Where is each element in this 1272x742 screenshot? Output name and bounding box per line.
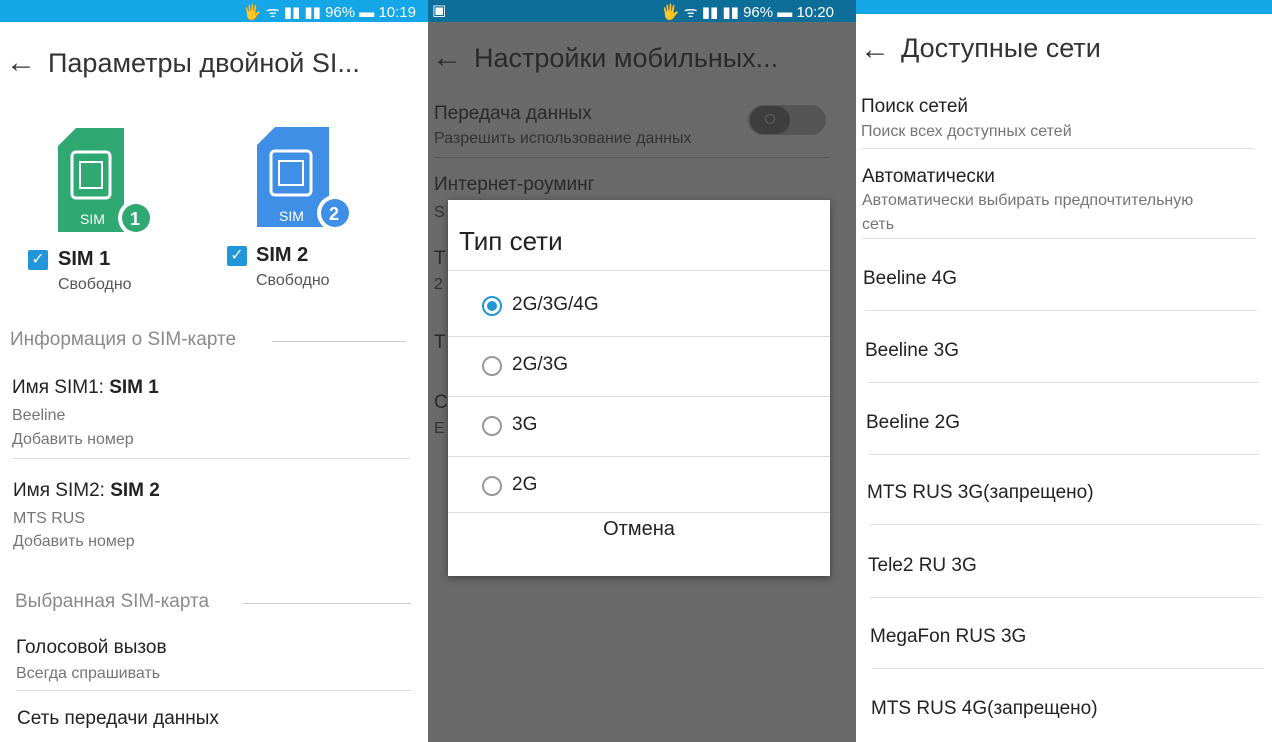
sim2-card-icon: SIM 2 (257, 127, 353, 231)
checkmark-icon: ✓ (230, 247, 244, 264)
divider (872, 668, 1264, 669)
sim2-label: SIM 2 (256, 244, 309, 266)
automatic-sub-line2: сеть (862, 216, 895, 233)
divider (868, 454, 1260, 455)
sim2-number: 2 (329, 204, 339, 224)
data-transfer-toggle[interactable]: O (748, 105, 826, 135)
status-bar (856, 0, 1272, 14)
sim1-add-number: Добавить номер (12, 431, 134, 448)
option-label: 2G (512, 474, 538, 495)
sim1-number: 1 (130, 209, 140, 229)
dialog-title: Тип сети (459, 226, 563, 256)
back-arrow-icon[interactable]: ← (860, 33, 890, 67)
option-label: 2G/3G (512, 354, 568, 375)
sim1-card-icon: SIM 1 (58, 128, 154, 236)
page-title: Доступные сети (901, 33, 1101, 63)
network-type-option[interactable]: 3G (448, 396, 830, 456)
status-bar: 🖐 ᯤ ▮▮ ▮▮ 96% ▬ 10:19 (0, 0, 428, 22)
page-title: Настройки мобильных... (474, 43, 779, 73)
sim1-operator: Beeline (12, 407, 66, 424)
voice-call-value: Всегда спрашивать (16, 665, 161, 682)
divider (869, 524, 1261, 525)
divider (16, 690, 412, 691)
available-networks-screen: ← Доступные сети Поиск сетей Поиск всех … (856, 0, 1272, 742)
divider (434, 157, 830, 158)
network-item[interactable]: MTS RUS 4G(запрещено) (871, 698, 1098, 720)
battery-level: 96% (325, 4, 356, 21)
back-arrow-icon[interactable]: ← (432, 41, 462, 75)
image-notification-icon: ▣ (432, 2, 447, 19)
sim1-name-label: Имя SIM1: (12, 377, 110, 398)
divider (862, 238, 1256, 239)
network-type-dialog: Тип сети 2G/3G/4G 2G/3G 3G 2G Отмена (448, 200, 830, 576)
network-item[interactable]: MegaFon RUS 3G (870, 626, 1026, 648)
divider (865, 310, 1257, 311)
sim2-chip-label: SIM (279, 208, 304, 224)
network-item[interactable]: Beeline 3G (865, 340, 959, 362)
section-divider (272, 341, 406, 342)
page-title: Параметры двойной SI... (48, 48, 360, 78)
status-bar: ▣ 🖐 ᯤ ▮▮ ▮▮ 96% ▬ 10:20 (428, 0, 856, 22)
back-arrow-icon[interactable]: ← (6, 46, 36, 80)
mobile-settings-screen: ▣ 🖐 ᯤ ▮▮ ▮▮ 96% ▬ 10:20 ← Настройки моби… (428, 0, 856, 742)
data-network-label[interactable]: Сеть передачи данных (17, 708, 219, 730)
data-transfer-sub: Разрешить использование данных (434, 130, 692, 147)
divider (862, 148, 1254, 149)
toggle-knob: O (750, 106, 790, 134)
cancel-button[interactable]: Отмена (448, 518, 830, 541)
voice-call-label: Голосовой вызов (16, 637, 167, 658)
dual-sim-settings-screen: 🖐 ᯤ ▮▮ ▮▮ 96% ▬ 10:19 ← Параметры двойно… (0, 0, 428, 742)
radio-button[interactable] (482, 476, 502, 496)
network-item[interactable]: Beeline 2G (866, 412, 960, 434)
divider (12, 458, 410, 459)
radio-button[interactable] (482, 356, 502, 376)
network-item[interactable]: MTS RUS 3G(запрещено) (867, 482, 1094, 504)
automatic-sub-line1: Автоматически выбирать предпочтительную (862, 192, 1194, 209)
sim2-operator: MTS RUS (13, 510, 85, 527)
battery-icon: ▬ (777, 4, 793, 21)
sim2-checkbox[interactable]: ✓ (227, 246, 247, 266)
sim1-name-value: SIM 1 (109, 377, 159, 398)
sim1-checkbox[interactable]: ✓ (28, 250, 48, 270)
clock: 10:20 (796, 4, 834, 21)
search-networks-sub: Поиск всех доступных сетей (861, 123, 1072, 140)
dialog-divider (448, 270, 830, 271)
search-networks-label: Поиск сетей (861, 96, 969, 117)
divider (870, 597, 1262, 598)
dialog-divider (448, 512, 830, 513)
sim2-name-value: SIM 2 (110, 480, 160, 501)
section-header-selected-sim: Выбранная SIM-карта (15, 591, 210, 612)
option-label: 3G (512, 414, 538, 435)
option-label: 2G/3G/4G (512, 294, 599, 315)
sim2-status: Свободно (256, 272, 330, 289)
section-header-sim-info: Информация о SIM-карте (10, 329, 237, 350)
sim1-status: Свободно (58, 276, 132, 293)
status-icons: 🖐 ᯤ ▮▮ ▮▮ (243, 4, 321, 21)
network-item[interactable]: Tele2 RU 3G (868, 555, 977, 577)
section-divider (243, 603, 411, 604)
clock: 10:19 (378, 4, 416, 21)
battery-level: 96% (743, 4, 774, 21)
sim2-add-number: Добавить номер (13, 533, 135, 550)
radio-button[interactable] (482, 416, 502, 436)
network-type-option[interactable]: 2G/3G (448, 336, 830, 396)
checkmark-icon: ✓ (31, 251, 45, 268)
network-type-option[interactable]: 2G (448, 456, 830, 516)
data-transfer-label: Передача данных (434, 103, 592, 124)
roaming-label[interactable]: Интернет-роуминг (434, 174, 595, 196)
status-icons: 🖐 ᯤ ▮▮ ▮▮ (661, 4, 739, 21)
divider (867, 382, 1259, 383)
sim2-name-label: Имя SIM2: (13, 480, 111, 501)
automatic-label: Автоматически (862, 166, 995, 187)
battery-icon: ▬ (359, 4, 375, 21)
network-item[interactable]: Beeline 4G (863, 268, 957, 290)
sim1-label: SIM 1 (58, 248, 111, 270)
network-type-option[interactable]: 2G/3G/4G (448, 276, 830, 336)
sim1-chip-label: SIM (80, 211, 105, 227)
radio-button[interactable] (482, 296, 502, 316)
